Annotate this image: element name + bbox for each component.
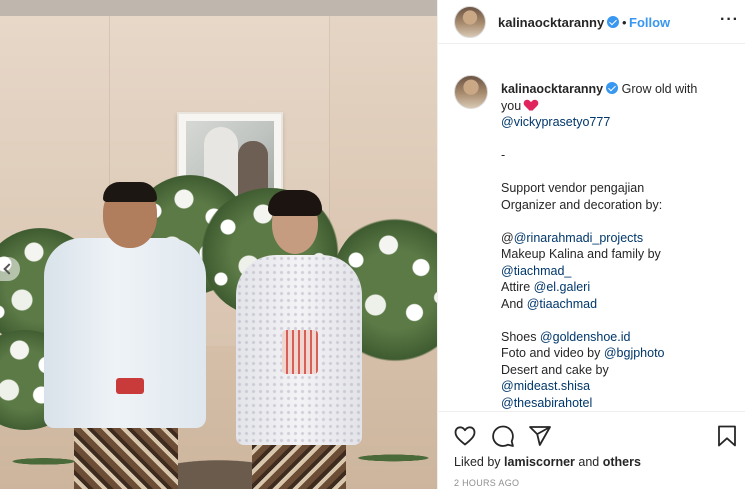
more-options-icon[interactable]: ··· <box>720 11 739 29</box>
post-photo[interactable] <box>0 0 437 489</box>
caption-line: Attire @el.galeri <box>501 279 733 296</box>
post-timestamp[interactable]: 2 HOURS AGO <box>454 478 519 488</box>
paper-plane-icon[interactable] <box>528 424 552 448</box>
header-username[interactable]: kalinaocktaranny <box>498 15 620 30</box>
liked-by-user-link[interactable]: lamiscorner <box>504 455 575 469</box>
caption-line: @tiachmad_ <box>501 263 733 280</box>
caption-username[interactable]: kalinaocktaranny <box>501 82 603 96</box>
caption-text: kalinaocktaranny Grow old with you @vicky… <box>501 81 733 411</box>
caption-text-segment: Grow old with <box>618 82 698 96</box>
caption-text-segment: Desert and cake by <box>501 362 609 377</box>
red-heart-emoji-icon <box>525 100 537 111</box>
mention-link[interactable]: @tiachmad_ <box>501 264 571 278</box>
caption-line: you <box>501 98 733 115</box>
likes-middle: and <box>574 455 603 469</box>
heart-outline-icon[interactable] <box>453 424 477 448</box>
mention-link[interactable]: @vickyprasetyo777 <box>501 115 610 129</box>
separator-dot: • <box>622 15 627 30</box>
post-header: kalinaocktaranny • Follow ··· <box>438 0 745 44</box>
caption-line: @vickyprasetyo777 <box>501 114 733 131</box>
caption-text-segment: Support vendor pengajian <box>501 181 645 195</box>
caption-line: Support vendor pengajian <box>501 180 733 197</box>
likes-prefix: Liked by <box>454 455 505 469</box>
caption-line: kalinaocktaranny Grow old with <box>501 81 733 98</box>
caption-text-segment: - <box>501 148 506 162</box>
caption-text-segment: And <box>501 296 527 311</box>
caption-text-segment: Attire <box>501 280 534 294</box>
mention-link[interactable]: @goldenshoe.id <box>540 330 631 344</box>
caption-line: Shoes @goldenshoe.id <box>501 329 733 346</box>
mention-link[interactable]: @bgjphoto <box>604 346 665 360</box>
caption-text-segment: Makeup Kalina and family by <box>501 247 661 261</box>
others-link[interactable]: others <box>603 455 641 469</box>
caption-line: And @tiaachmad <box>501 296 733 313</box>
caption-line: Makeup Kalina and family by <box>501 246 733 263</box>
verified-badge-icon <box>606 82 619 94</box>
caption-line: @@rinarahmadi_projects <box>501 230 733 247</box>
caption-line <box>501 213 733 230</box>
caption-area: kalinaocktaranny Grow old with you @vicky… <box>438 45 745 411</box>
caption-text-segment: Organizer and decoration by: <box>501 197 663 212</box>
mention-link[interactable]: @thesabirahotel <box>501 396 592 410</box>
likes-summary: Liked by lamiscorner and others <box>454 455 641 469</box>
caption-text-segment: @ <box>501 230 514 245</box>
groom-hair <box>103 182 157 202</box>
ceiling <box>0 0 437 16</box>
follow-button[interactable]: Follow <box>629 15 670 30</box>
caption-text-segment: Shoes <box>501 329 540 344</box>
caption-line: @mideast.shisa <box>501 378 733 395</box>
verified-badge-icon <box>607 16 620 28</box>
caption-line <box>501 312 733 329</box>
caption-line: @thesabirahotel <box>501 395 733 412</box>
groom-sash <box>116 378 144 394</box>
caption-text-segment: you <box>501 98 525 113</box>
mention-link[interactable]: @rinarahmadi_projects <box>514 231 643 245</box>
comment-bubble-icon[interactable] <box>491 424 515 448</box>
avatar[interactable] <box>454 75 488 109</box>
post-footer: Liked by lamiscorner and others 2 HOURS … <box>438 411 745 489</box>
caption-line: Organizer and decoration by: <box>501 197 733 214</box>
bride-corset <box>282 330 318 374</box>
caption-line: - <box>501 147 733 164</box>
caption-line <box>501 164 733 181</box>
caption-line: Desert and cake by <box>501 362 733 379</box>
post-side-panel: kalinaocktaranny • Follow ··· kalinaockt… <box>437 0 745 489</box>
mention-link[interactable]: @el.galeri <box>534 280 590 294</box>
caption-line <box>501 131 733 148</box>
floor-plants <box>0 420 437 489</box>
caption-line: Foto and video by @bgjphoto <box>501 345 733 362</box>
avatar[interactable] <box>454 6 486 38</box>
mention-link[interactable]: @mideast.shisa <box>501 379 590 393</box>
groom <box>44 238 206 428</box>
bookmark-icon[interactable] <box>715 424 739 448</box>
bride-hair <box>268 190 322 216</box>
caption-text-segment: Foto and video by <box>501 346 604 360</box>
mention-link[interactable]: @tiaachmad <box>527 297 597 311</box>
